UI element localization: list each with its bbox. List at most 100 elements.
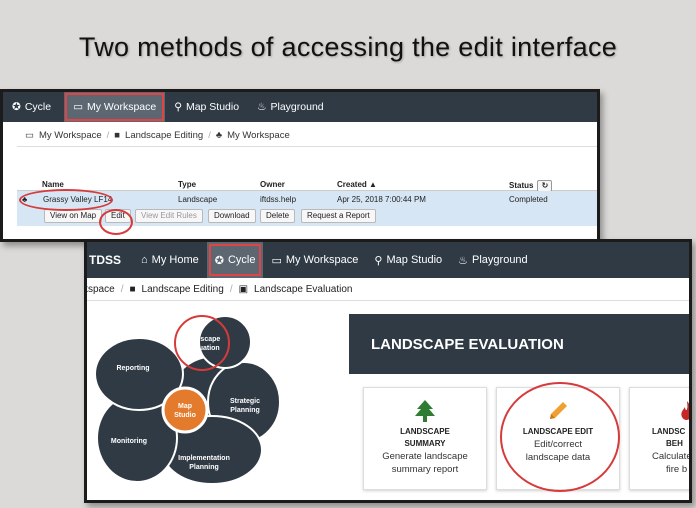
tree-icon: ♣ [22,195,28,204]
nav-playground[interactable]: ♨ Playground [248,92,333,122]
col-owner[interactable]: Owner [260,180,285,189]
card-desc-1: Edit/correct [533,439,583,450]
label-strategic-1: Strategic [230,398,260,405]
breadcrumb-item: Landscape Evaluation [254,284,353,295]
row-created: Apr 25, 2018 7:00:44 PM [337,195,426,204]
card-desc-1: Generate landscape [382,451,468,462]
col-name[interactable]: Name [42,180,64,189]
edit-button[interactable]: Edit [105,209,131,223]
card-desc-2: summary report [391,464,459,475]
cycle-screenshot: TDSS ⌂ My Home ✪ Cycle ▭ My Workspace ⚲ … [84,239,692,503]
nav-cycle[interactable]: ✪ Cycle [3,92,60,122]
row-actions: View on Map Edit View Edit Rules Downloa… [17,206,597,226]
nav-label: Map Studio [386,254,443,266]
breadcrumb-item: My Workspace [227,130,290,141]
card-title-1: LANDSCAPE EDIT [522,427,594,436]
nav-cycle[interactable]: ✪ Cycle [206,242,264,278]
map-studio-hub[interactable] [161,386,209,434]
flame-icon: ♨ [257,101,267,113]
nav-label: Cycle [227,254,256,266]
label-reporting: Reporting [116,365,149,372]
pencil-icon [497,398,619,424]
row-owner: iftdss.help [260,195,297,204]
label-implementation-2: Planning [189,464,219,471]
breadcrumb-separator: / [229,284,233,295]
brand-logo[interactable]: TDSS [87,253,133,267]
breadcrumb-item[interactable]: Landscape Editing [125,130,203,141]
workspace-screenshot: ✪ Cycle ▭ My Workspace ⚲ Map Studio ♨ Pl… [0,89,600,242]
download-button[interactable]: Download [208,209,256,223]
home-icon: ⌂ [141,254,148,266]
breadcrumb: ▭ My Workspace / ■ Landscape Editing / ♣… [25,130,290,141]
nav-label: Cycle [24,101,52,113]
row-name[interactable]: Grassy Valley LF14 [43,195,112,204]
label-map-studio-2: Studio [174,412,196,419]
row-status: Completed [509,195,548,204]
flame-icon: ♨ [458,254,469,267]
label-landscape-1: Landscape [184,336,221,343]
view-on-map-button[interactable]: View on Map [44,209,103,223]
request-report-button[interactable]: Request a Report [301,209,376,223]
breadcrumb-separator: / [208,130,211,141]
landscape-table: Name Type Owner Created ▲ Status ↻ ♣ Gras… [17,178,597,226]
nav-label: Playground [270,101,324,113]
slide-title: Two methods of accessing the edit interf… [78,32,618,62]
col-type[interactable]: Type [178,180,196,189]
breadcrumb-item[interactable]: Landscape Editing [142,284,224,295]
nav-label: My Home [151,254,199,266]
card-desc-1: Calculate [652,451,692,462]
card-title-1: LANDSC [652,427,686,436]
window-icon: ▭ [73,101,83,113]
card-desc-2: fire b [666,464,688,475]
row-type: Landscape [178,195,218,204]
card-landscape-edit[interactable]: LANDSCAPE EDIT Edit/correct landscape da… [496,387,620,490]
col-status-label: Status [509,181,534,191]
card-title-1: LANDSCAPE [400,427,450,436]
folder-icon: ■ [129,284,136,295]
table-header: Name Type Owner Created ▲ Status ↻ [17,178,597,192]
nav-label: Map Studio [185,101,240,113]
divider [87,300,689,301]
view-edit-rules-button[interactable]: View Edit Rules [135,209,203,223]
cycle-icon: ✪ [214,254,224,267]
window-icon: ▭ [25,130,34,141]
map-marker-icon: ⚲ [374,254,383,267]
label-strategic-2: Planning [230,407,260,414]
label-landscape-2: Evaluation [184,345,219,352]
map-marker-icon: ⚲ [174,101,182,113]
table-row[interactable]: ♣ Grassy Valley LF14 Landscape iftdss.he… [17,191,597,206]
folder-icon: ■ [114,130,121,141]
nav-map-studio[interactable]: ⚲ Map Studio [366,242,450,278]
breadcrumb-separator: / [106,130,110,141]
nav-my-home[interactable]: ⌂ My Home [133,242,207,278]
delete-button[interactable]: Delete [260,209,296,223]
tree-icon [364,398,486,424]
tree-icon: ♣ [215,130,223,141]
nav-my-workspace[interactable]: ▭ My Workspace [64,92,166,122]
sort-up-icon: ▲ [369,180,377,189]
card-fire-behavior[interactable]: LANDSC BEH Calculate fire b [629,387,692,490]
col-created[interactable]: Created ▲ [337,180,377,189]
breadcrumb-item[interactable]: kspace [87,284,115,295]
breadcrumb-item[interactable]: My Workspace [39,130,102,141]
top-nav: ✪ Cycle ▭ My Workspace ⚲ Map Studio ♨ Pl… [3,92,597,122]
card-title-2: BEH [666,439,683,448]
label-map-studio-1: Map [178,403,192,410]
nav-my-workspace[interactable]: ▭ My Workspace [263,242,366,278]
label-implementation-1: Implementation [178,455,230,462]
nav-map-studio[interactable]: ⚲ Map Studio [165,92,248,122]
cycle-icon: ✪ [12,101,21,113]
report-icon: ▣ [238,284,249,295]
breadcrumb-separator: / [120,284,124,295]
card-title-2: SUMMARY [404,439,446,448]
card-landscape-summary[interactable]: LANDSCAPE SUMMARY Generate landscape sum… [363,387,487,490]
nav-label: My Workspace [87,101,157,113]
nav-playground[interactable]: ♨ Playground [450,242,536,278]
nav-label: Playground [472,254,528,266]
page-title-banner: LANDSCAPE EVALUATION [349,314,689,374]
flame-icon [652,398,689,424]
breadcrumb: kspace / ■ Landscape Editing / ▣ Landsca… [87,284,353,295]
window-icon: ▭ [271,254,282,267]
card-desc-2: landscape data [525,452,591,463]
col-created-label: Created [337,180,367,189]
